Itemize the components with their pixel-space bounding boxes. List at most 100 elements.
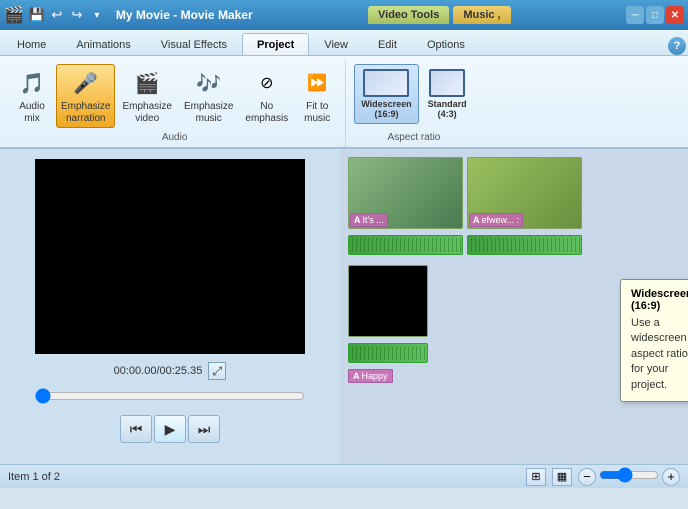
app-icon: 🎬 <box>4 5 24 25</box>
save-icon[interactable]: 💾 <box>28 6 46 24</box>
clip-2-label-a: A <box>473 215 480 225</box>
title-left: 🎬 💾 ↩ ↪ ▾ My Movie - Movie Maker <box>4 5 253 25</box>
play-button[interactable]: ▶ <box>154 415 186 443</box>
clip-3-label: A Happy <box>348 369 393 383</box>
clip-3-label-text: Happy <box>362 371 388 381</box>
tab-edit[interactable]: Edit <box>363 33 412 55</box>
time-display: 00:00.00/00:25.35 <box>114 365 203 377</box>
tab-music[interactable]: Music , <box>453 6 510 24</box>
zoom-in-button[interactable]: + <box>662 468 680 486</box>
expand-time-button[interactable]: ⤢ <box>208 362 226 380</box>
preview-time: 00:00.00/00:25.35 ⤢ <box>114 362 227 380</box>
close-button[interactable]: ✕ <box>666 6 684 24</box>
dropdown-icon[interactable]: ▾ <box>88 6 106 24</box>
zoom-slider-input[interactable] <box>599 470 659 480</box>
preview-screen <box>35 159 305 354</box>
redo-icon[interactable]: ↪ <box>68 6 86 24</box>
ribbon-tabs: Home Animations Visual Effects Project V… <box>0 30 688 56</box>
maximize-button[interactable]: □ <box>646 6 664 24</box>
no-emphasis-icon: ⊘ <box>251 67 283 99</box>
emphasize-video-button[interactable]: 🎬 Emphasizevideo <box>117 64 176 128</box>
prev-frame-button[interactable]: ⏮ <box>120 415 152 443</box>
audio-buttons: 🎵 Audiomix 🎤 Emphasizenarration 🎬 Emphas… <box>10 60 339 128</box>
audio-row-1 <box>348 235 680 255</box>
widescreen-label: Widescreen(16:9) <box>361 99 411 119</box>
no-emphasis-button[interactable]: ⊘ Noemphasis <box>240 64 293 128</box>
tab-home[interactable]: Home <box>2 33 61 55</box>
tooltip-title: Widescreen (16:9) <box>631 288 688 312</box>
main-area: 00:00.00/00:25.35 ⤢ ⏮ ▶ ⏭ A It's ... <box>0 149 688 464</box>
tooltip-body: Use a widescreen aspect ratio for your p… <box>631 316 688 393</box>
clip-2-label-text: efwew... : <box>482 215 520 225</box>
next-frame-button[interactable]: ⏭ <box>188 415 220 443</box>
tooltip: Widescreen (16:9) Use a widescreen aspec… <box>620 279 688 402</box>
tab-options[interactable]: Options <box>412 33 480 55</box>
minimize-button[interactable]: ─ <box>626 6 644 24</box>
quick-access: 💾 ↩ ↪ ▾ <box>28 6 106 24</box>
emphasize-music-button[interactable]: 🎶 Emphasizemusic <box>179 64 238 128</box>
fit-to-music-icon: ⏩ <box>301 67 333 99</box>
audio-mix-icon: 🎵 <box>16 67 48 99</box>
emphasize-video-icon: 🎬 <box>131 67 163 99</box>
aspect-buttons: Widescreen(16:9) Standard(4:3) <box>354 60 473 128</box>
preview-seekbar[interactable] <box>35 388 305 407</box>
widescreen-button[interactable]: Widescreen(16:9) <box>354 64 418 124</box>
undo-icon[interactable]: ↩ <box>48 6 66 24</box>
status-right: ⊞ ▦ − + <box>526 468 680 486</box>
tab-view[interactable]: View <box>309 33 363 55</box>
emphasize-music-icon: 🎶 <box>193 67 225 99</box>
clip-1-label-text: It's ... <box>363 215 384 225</box>
ribbon: 🎵 Audiomix 🎤 Emphasizenarration 🎬 Emphas… <box>0 56 688 149</box>
zoom-controls: − + <box>578 468 680 486</box>
emphasize-narration-button[interactable]: 🎤 Emphasizenarration <box>56 64 115 128</box>
tab-animations[interactable]: Animations <box>61 33 145 55</box>
audio-mix-button[interactable]: 🎵 Audiomix <box>10 64 54 128</box>
emphasize-video-label: Emphasizevideo <box>122 101 171 125</box>
status-bar: Item 1 of 2 ⊞ ▦ − + <box>0 464 688 488</box>
tab-project[interactable]: Project <box>242 33 309 55</box>
window-controls: ─ □ ✕ <box>626 6 684 24</box>
audio-clip-3 <box>348 343 428 363</box>
status-text: Item 1 of 2 <box>8 471 60 483</box>
audio-clip-1 <box>348 235 463 255</box>
audio-clip-2 <box>467 235 582 255</box>
title-tabs: Video Tools Music , <box>368 6 511 24</box>
emphasize-narration-icon: 🎤 <box>70 67 102 99</box>
help-button[interactable]: ? <box>668 37 686 55</box>
widescreen-icon <box>363 69 409 97</box>
emphasize-music-label: Emphasizemusic <box>184 101 233 125</box>
no-emphasis-label: Noemphasis <box>245 101 288 125</box>
fit-to-music-button[interactable]: ⏩ Fit tomusic <box>295 64 339 128</box>
aspect-group-label: Aspect ratio <box>388 128 441 143</box>
storyboard-row-1: A It's ... A efwew... : <box>348 157 680 229</box>
seekbar-input[interactable] <box>35 388 305 404</box>
clip-1[interactable]: A It's ... <box>348 157 463 229</box>
clip-2[interactable]: A efwew... : <box>467 157 582 229</box>
ribbon-group-aspect: Widescreen(16:9) Standard(4:3) Aspect ra… <box>348 60 479 147</box>
standard-button[interactable]: Standard(4:3) <box>421 64 474 124</box>
window-title: My Movie - Movie Maker <box>116 8 253 22</box>
audio-mix-label: Audiomix <box>19 101 45 125</box>
preview-controls: ⏮ ▶ ⏭ <box>120 415 220 443</box>
clip-3-thumbnail <box>348 265 428 337</box>
clip-3-label-a: A <box>353 371 360 381</box>
tab-video-tools[interactable]: Video Tools <box>368 6 449 24</box>
storyboard-view-button[interactable]: ▦ <box>552 468 572 486</box>
zoom-out-button[interactable]: − <box>578 468 596 486</box>
fit-to-music-label: Fit tomusic <box>304 101 330 125</box>
clip-2-label: A efwew... : <box>469 213 523 227</box>
emphasize-narration-label: Emphasizenarration <box>61 101 110 125</box>
tab-visual-effects[interactable]: Visual Effects <box>146 33 242 55</box>
ribbon-group-audio: 🎵 Audiomix 🎤 Emphasizenarration 🎬 Emphas… <box>4 60 346 147</box>
clip-1-label: A It's ... <box>350 213 388 227</box>
standard-label: Standard(4:3) <box>428 99 467 119</box>
preview-panel: 00:00.00/00:25.35 ⤢ ⏮ ▶ ⏭ <box>0 149 340 464</box>
zoom-slider[interactable] <box>599 470 659 483</box>
split-view-button[interactable]: ⊞ <box>526 468 546 486</box>
audio-group-label: Audio <box>162 128 188 143</box>
storyboard-panel: A It's ... A efwew... : <box>340 149 688 464</box>
clip-3[interactable] <box>348 265 428 337</box>
standard-icon <box>429 69 465 97</box>
title-bar: 🎬 💾 ↩ ↪ ▾ My Movie - Movie Maker Video T… <box>0 0 688 30</box>
clip-1-label-a: A <box>354 215 361 225</box>
